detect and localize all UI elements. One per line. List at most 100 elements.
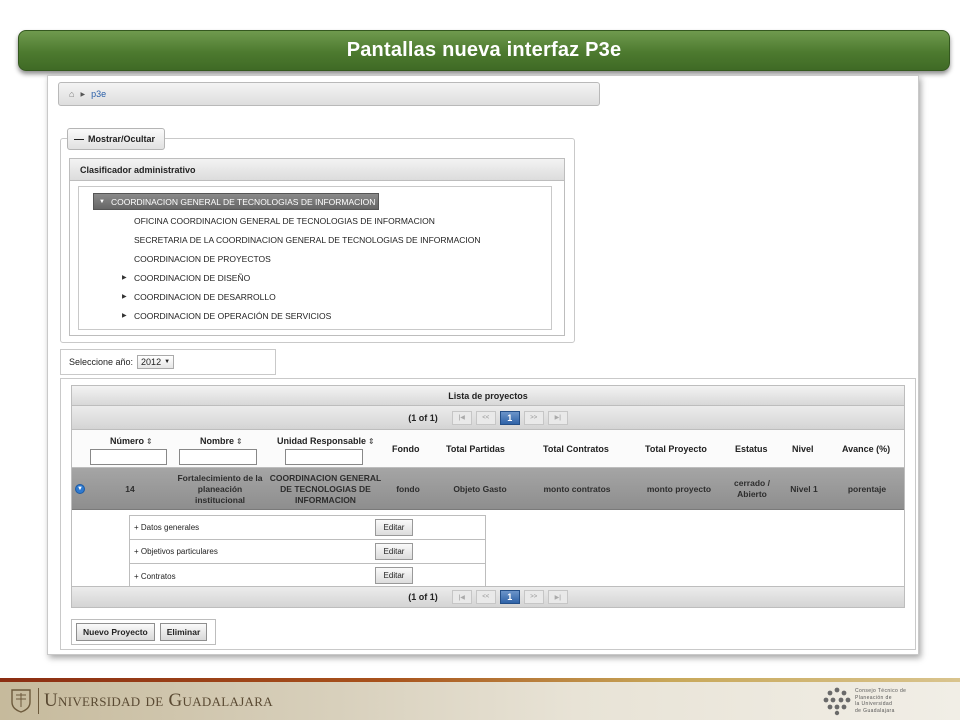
detail-row: + Objetivos particulares Editar — [130, 540, 485, 564]
tree-item[interactable]: ▶ COORDINACION DE OPERACIÓN DE SERVICIOS — [122, 311, 332, 321]
tree-root-label: COORDINACION GENERAL DE TECNOLOGIAS DE I… — [110, 196, 376, 207]
slide-footer: Universidad de Guadalajara Consejo Técni… — [0, 682, 960, 720]
expand-arrow-icon[interactable]: ▶ — [122, 274, 127, 281]
tree-item[interactable]: OFICINA COORDINACION GENERAL DE TECNOLOG… — [134, 216, 435, 226]
clasificador-panel: Clasificador administrativo ▼ COORDINACI… — [69, 158, 565, 336]
university-seal-icon — [11, 689, 31, 713]
tree-item[interactable]: ▶ COORDINACION DE DISEÑO — [122, 273, 251, 283]
pager-text: (1 of 1) — [408, 412, 438, 423]
home-icon[interactable]: ⌂ — [69, 89, 74, 99]
expand-arrow-icon[interactable]: ▶ — [122, 312, 127, 319]
detail-row: + Datos generales Editar — [130, 516, 485, 540]
minus-icon: — — [74, 133, 84, 145]
sort-icon: ⇕ — [236, 437, 243, 446]
council-logo-text: Consejo Técnico de Planeación de la Univ… — [855, 688, 907, 714]
toggle-show-hide-button[interactable]: — Mostrar/Ocultar — [67, 128, 165, 150]
pager-bottom-controls: (1 of 1) |◀ << 1 >> ▶| — [72, 587, 904, 607]
tree-item-label: COORDINACION DE DISEÑO — [134, 273, 251, 283]
new-project-button[interactable]: Nuevo Proyecto — [76, 623, 155, 641]
edit-button[interactable]: Editar — [375, 567, 413, 584]
cell-total-partidas: Objeto Gasto — [453, 483, 507, 494]
col-unidad[interactable]: Unidad Responsable ⇕ — [277, 436, 375, 446]
row-detail-panel: + Datos generales Editar + Objetivos par… — [129, 515, 486, 588]
filter-unidad-input[interactable] — [285, 449, 363, 465]
tree-item-label: SECRETARIA DE LA COORDINACION GENERAL DE… — [134, 235, 481, 245]
year-select[interactable]: 2012 ▼ — [137, 355, 175, 369]
next-page-button[interactable]: >> — [523, 590, 544, 604]
cell-estatus: cerrado / Abierto — [734, 478, 770, 499]
projects-title: Lista de proyectos — [72, 386, 904, 406]
first-page-button[interactable]: |◀ — [451, 410, 472, 425]
table-row[interactable]: ▼ 14 Fortalecimiento de la planeación in… — [72, 468, 904, 510]
org-tree: ▼ COORDINACION GENERAL DE TECNOLOGIAS DE… — [78, 186, 552, 330]
cell-nombre: Fortalecimiento de la planeación institu… — [177, 472, 263, 505]
tree-item-label: COORDINACION DE PROYECTOS — [134, 254, 271, 264]
chevron-down-icon: ▼ — [99, 198, 105, 205]
detail-row: + Contratos Editar — [130, 564, 485, 588]
pager-text: (1 of 1) — [408, 592, 438, 602]
detail-label[interactable]: + Contratos — [134, 572, 176, 581]
footer-separator — [38, 688, 39, 714]
page-button-current[interactable]: 1 — [499, 410, 520, 425]
tree-item[interactable]: COORDINACION DE PROYECTOS — [134, 254, 271, 264]
first-page-button[interactable]: |◀ — [451, 590, 472, 604]
cell-total-contratos: monto contratos — [543, 483, 611, 494]
sort-icon: ⇕ — [368, 437, 375, 446]
next-page-button[interactable]: >> — [523, 410, 544, 425]
col-avance: Avance (%) — [842, 444, 891, 454]
delete-button[interactable]: Eliminar — [159, 623, 208, 641]
tree-root-node[interactable]: ▼ COORDINACION GENERAL DE TECNOLOGIAS DE… — [93, 193, 380, 210]
expand-row-icon[interactable]: ▼ — [75, 484, 85, 494]
page-button-current[interactable]: 1 — [499, 590, 520, 604]
filter-numero-input[interactable] — [90, 449, 167, 465]
col-estatus: Estatus — [735, 444, 768, 454]
col-nivel: Nivel — [792, 444, 814, 454]
col-total-proyecto: Total Proyecto — [645, 444, 707, 454]
edit-button[interactable]: Editar — [375, 543, 413, 560]
tree-item-label: OFICINA COORDINACION GENERAL DE TECNOLOG… — [134, 216, 435, 226]
slide-title-banner: Pantallas nueva interfaz P3e — [18, 30, 950, 71]
last-page-button[interactable]: ▶| — [547, 410, 568, 425]
cell-avance: porentaje — [847, 483, 887, 494]
cell-nivel: Nivel 1 — [790, 483, 818, 494]
col-nombre[interactable]: Nombre ⇕ — [200, 436, 243, 446]
filter-nombre-input[interactable] — [179, 449, 257, 465]
sort-icon: ⇕ — [146, 437, 153, 446]
detail-label[interactable]: + Datos generales — [134, 523, 199, 532]
tree-item-label: COORDINACION DE DESARROLLO — [134, 292, 276, 302]
col-numero[interactable]: Número ⇕ — [110, 436, 153, 446]
prev-page-button[interactable]: << — [475, 590, 496, 604]
breadcrumb: ⌂ ▶ p3e — [58, 82, 600, 106]
toggle-label: Mostrar/Ocultar — [88, 134, 156, 144]
column-headers: Número ⇕ Nombre ⇕ Unidad Responsable ⇕ Fond… — [72, 430, 904, 468]
slide-title: Pantallas nueva interfaz P3e — [346, 39, 622, 61]
expand-arrow-icon[interactable]: ▶ — [122, 293, 127, 300]
prev-page-button[interactable]: << — [475, 410, 496, 425]
caret-down-icon: ▼ — [164, 359, 171, 365]
app-screenshot: ⌂ ▶ p3e — Mostrar/Ocultar Clasificador a… — [47, 75, 919, 655]
tree-item-label: COORDINACION DE OPERACIÓN DE SERVICIOS — [134, 311, 332, 321]
edit-button[interactable]: Editar — [375, 519, 413, 536]
cell-unidad: COORDINACION GENERAL DE TECNOLOGIAS DE I… — [269, 472, 382, 505]
council-logo-icon — [823, 687, 851, 716]
year-selector-box: Seleccione año: 2012 ▼ — [60, 349, 276, 375]
chevron-right-icon: ▶ — [80, 91, 86, 98]
tree-item[interactable]: SECRETARIA DE LA COORDINACION GENERAL DE… — [134, 235, 481, 245]
year-label: Seleccione año: — [69, 357, 134, 367]
university-name: Universidad de Guadalajara — [44, 690, 273, 711]
pager-bottom: (1 of 1) |◀ << 1 >> ▶| — [71, 586, 905, 608]
projects-table: Lista de proyectos (1 of 1) |◀ << 1 >> ▶… — [71, 385, 905, 608]
col-total-partidas: Total Partidas — [446, 444, 505, 454]
action-bar: Nuevo Proyecto Eliminar — [71, 619, 216, 645]
cell-total-proyecto: monto proyecto — [646, 483, 712, 494]
col-total-contratos: Total Contratos — [543, 444, 609, 454]
year-value: 2012 — [141, 357, 162, 367]
cell-fondo: fondo — [396, 483, 420, 494]
tree-item[interactable]: ▶ COORDINACION DE DESARROLLO — [122, 292, 276, 302]
col-fondo: Fondo — [392, 444, 420, 454]
detail-label[interactable]: + Objetivos particulares — [134, 547, 218, 556]
clasificador-header: Clasificador administrativo — [70, 159, 564, 181]
cell-numero: 14 — [125, 483, 135, 494]
breadcrumb-link-p3e[interactable]: p3e — [91, 89, 106, 99]
last-page-button[interactable]: ▶| — [547, 590, 568, 604]
